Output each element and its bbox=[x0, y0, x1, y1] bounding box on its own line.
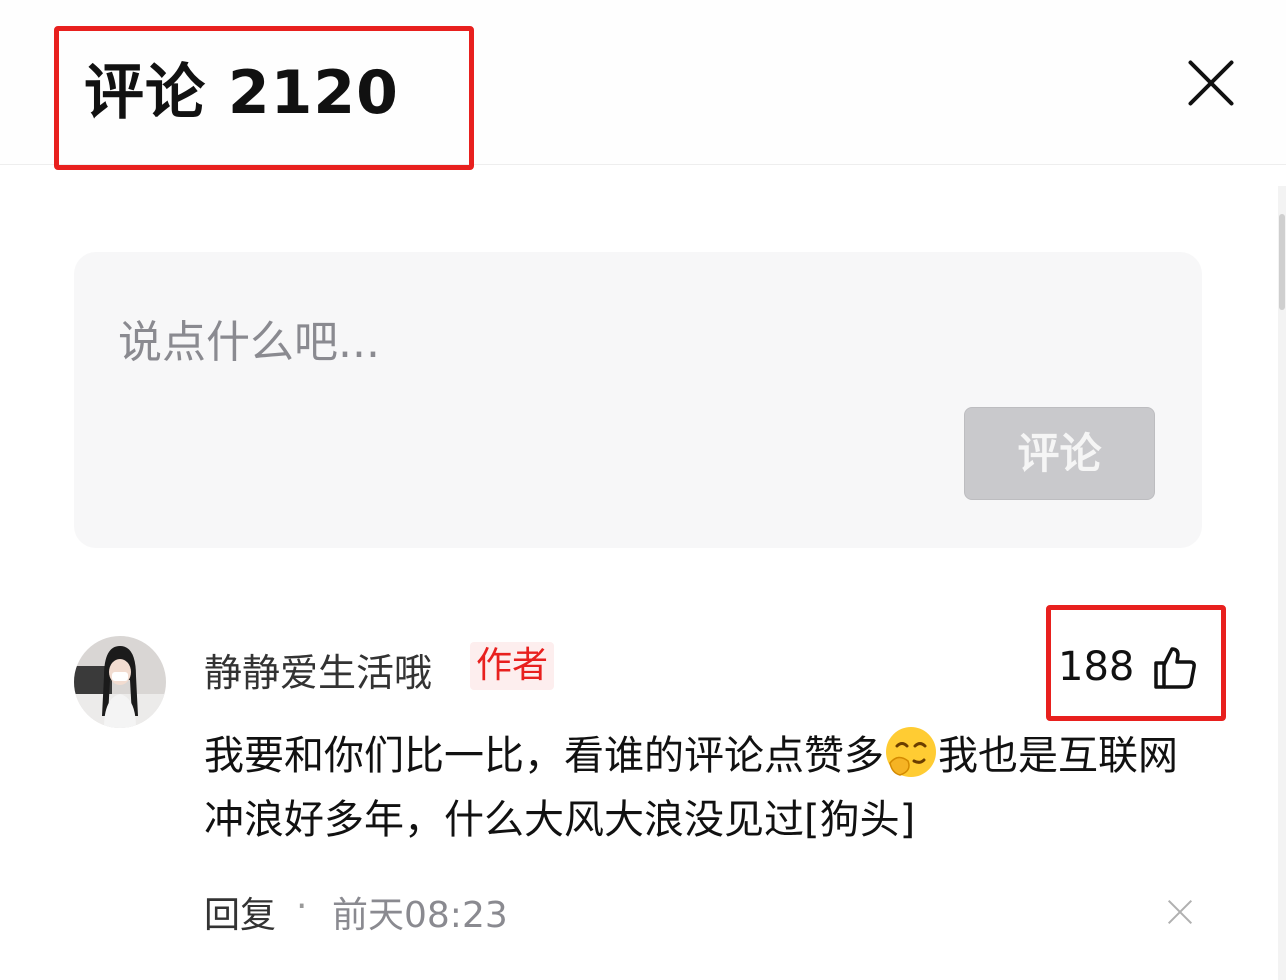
reply-button[interactable]: 回复 bbox=[204, 886, 276, 938]
submit-comment-button[interactable]: 评论 bbox=[964, 407, 1155, 500]
comment-text-part1: 我要和你们比一比，看谁的评论点赞多 bbox=[204, 733, 884, 779]
close-icon[interactable] bbox=[1186, 58, 1236, 108]
scrollbar-thumb[interactable] bbox=[1279, 214, 1285, 310]
avatar-image bbox=[74, 636, 166, 728]
dismiss-icon[interactable] bbox=[1168, 900, 1192, 924]
thumbs-up-icon[interactable] bbox=[1150, 643, 1198, 691]
comment-input-placeholder[interactable]: 说点什么吧... bbox=[118, 306, 380, 370]
comment-username[interactable]: 静静爱生活哦 bbox=[204, 642, 432, 697]
comment-timestamp: 前天08:23 bbox=[332, 895, 508, 936]
comment-text: 我要和你们比一比，看谁的评论点赞多 我也是互联网冲浪好多年，什么大风大浪没见过[狗… bbox=[204, 724, 1204, 852]
meta-separator: · bbox=[296, 886, 308, 927]
like-count: 188 bbox=[1058, 644, 1135, 690]
smirk-emoji-icon bbox=[884, 725, 938, 779]
comment-input-box[interactable] bbox=[74, 252, 1202, 548]
avatar[interactable] bbox=[74, 636, 166, 728]
author-badge: 作者 bbox=[470, 642, 555, 690]
comments-title: 评论 2120 bbox=[84, 58, 399, 128]
